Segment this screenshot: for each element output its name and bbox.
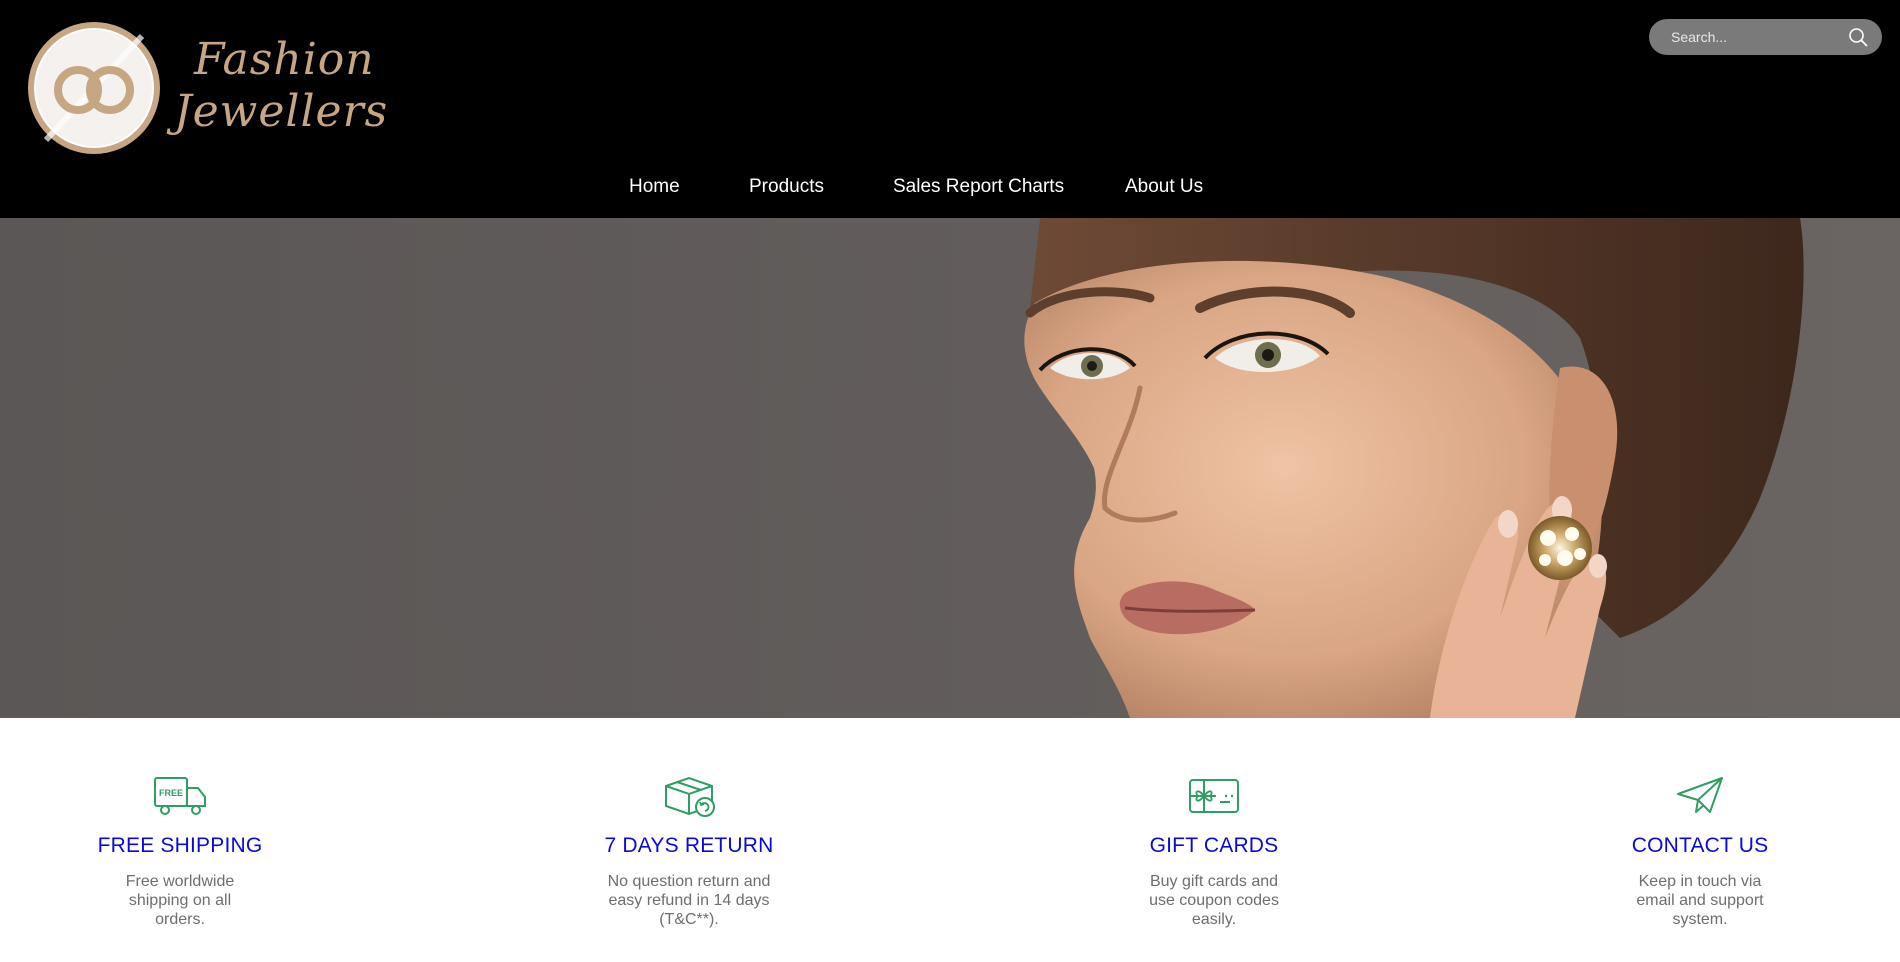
delivery-truck-icon: FREE [154,777,206,815]
paper-plane-icon [1677,777,1723,813]
brand-name: Fashion Jewellers [174,34,388,138]
search-box [1649,19,1882,55]
hero-model-image [1024,218,1804,718]
feature-7-days-return: 7 DAYS RETURN No question return and eas… [569,772,809,929]
feature-gift-cards: GIFT CARDS Buy gift cards and use coupon… [1094,772,1334,929]
nav-item-products[interactable]: Products [749,176,824,198]
free-label-icon-text: FREE [159,788,183,798]
nav-item-about-us[interactable]: About Us [1125,176,1203,198]
nav-item-home[interactable]: Home [629,176,680,198]
nav-item-sales-report-charts[interactable]: Sales Report Charts [893,176,1064,198]
hero-banner [0,218,1900,718]
feature-title: FREE SHIPPING [97,834,263,857]
brand-name-line1: Fashion [194,34,375,85]
gift-card-icon [1189,779,1239,813]
brand-name-line2: Jewellers [174,86,389,137]
feature-title: 7 DAYS RETURN [604,834,774,857]
return-box-icon [665,776,715,817]
feature-title: CONTACT US [1631,834,1769,857]
site-header: Fashion Jewellers Home Products Sales Re… [0,0,1900,218]
feature-description: Buy gift cards and use coupon codes easi… [1149,873,1279,928]
feature-title: GIFT CARDS [1149,834,1279,857]
brand-logo[interactable]: Fashion Jewellers [26,20,387,160]
main-nav: Home Products Sales Report Charts About … [0,176,1900,202]
feature-free-shipping: FREE FREE SHIPPING Free worldwide shippi… [60,772,300,929]
feature-description: No question return and easy refund in 14… [607,873,771,928]
feature-contact-us[interactable]: CONTACT US Keep in touch via email and s… [1580,772,1820,929]
feature-description: Free worldwide shipping on all orders. [125,873,235,928]
rings-logo-icon [28,22,160,154]
feature-description: Keep in touch via email and support syst… [1636,873,1764,928]
search-icon[interactable] [1848,27,1868,47]
search-input[interactable] [1671,19,1841,55]
features-section: FREE FREE SHIPPING Free worldwide shippi… [0,718,1900,962]
